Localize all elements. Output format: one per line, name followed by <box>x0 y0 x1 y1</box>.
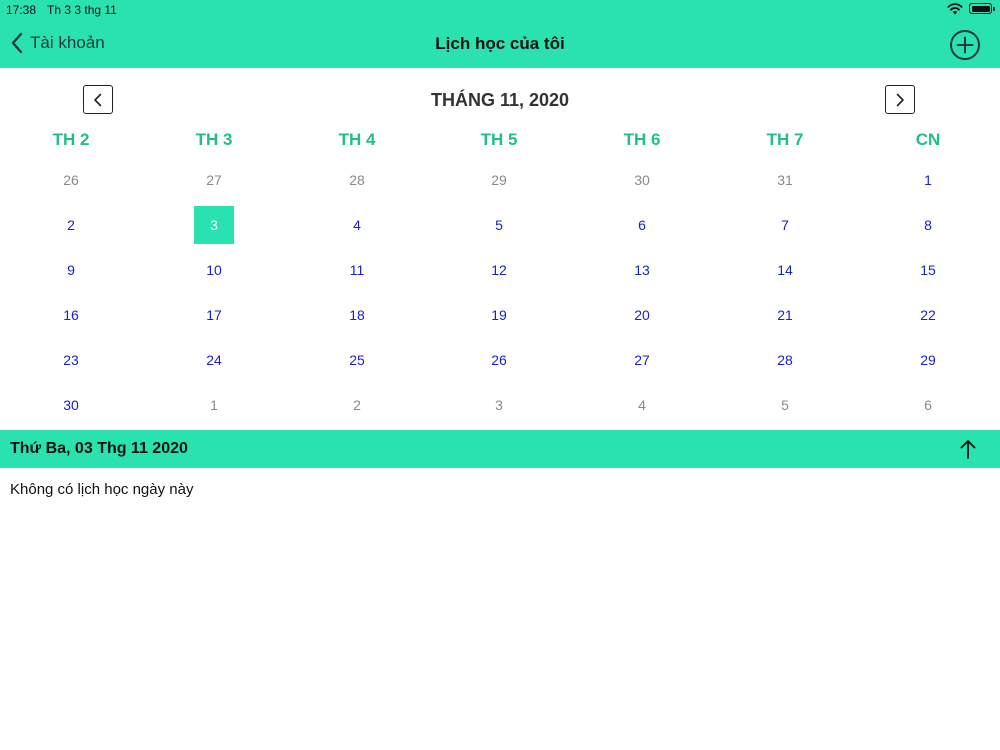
calendar-day[interactable]: 21 <box>765 296 805 334</box>
calendar-day[interactable]: 27 <box>194 161 234 199</box>
status-date: Th 3 3 thg 11 <box>47 3 117 17</box>
next-month-button[interactable] <box>885 85 915 114</box>
selected-date-bar: Thứ Ba, 03 Thg 11 2020 <box>0 430 1000 468</box>
calendar-day[interactable]: 5 <box>479 206 519 244</box>
calendar-day[interactable]: 17 <box>194 296 234 334</box>
calendar-day[interactable]: 14 <box>765 251 805 289</box>
calendar-day[interactable]: 2 <box>337 386 377 424</box>
calendar-day[interactable]: 29 <box>479 161 519 199</box>
calendar-day[interactable]: 22 <box>908 296 948 334</box>
weekday-header: TH 2 TH 3 TH 4 TH 5 TH 6 TH 7 CN <box>0 130 1000 152</box>
weekday-label: TH 4 <box>338 130 376 149</box>
calendar-day[interactable]: 8 <box>908 206 948 244</box>
top-bar: 17:38 Th 3 3 thg 11 Tài khoản Lịch học c… <box>0 0 1000 68</box>
calendar-day[interactable]: 9 <box>51 251 91 289</box>
calendar-day[interactable]: 20 <box>622 296 662 334</box>
calendar-day[interactable]: 5 <box>765 386 805 424</box>
calendar-day[interactable]: 29 <box>908 341 948 379</box>
calendar-day[interactable]: 11 <box>337 251 377 289</box>
calendar-day[interactable]: 28 <box>765 341 805 379</box>
calendar-day[interactable]: 6 <box>622 206 662 244</box>
calendar-day[interactable]: 27 <box>622 341 662 379</box>
calendar-day[interactable]: 1 <box>908 161 948 199</box>
calendar-day[interactable]: 6 <box>908 386 948 424</box>
calendar-day[interactable]: 30 <box>51 386 91 424</box>
calendar-day[interactable]: 24 <box>194 341 234 379</box>
calendar-day[interactable]: 4 <box>622 386 662 424</box>
weekday-label: TH 2 <box>52 130 90 149</box>
calendar-day[interactable]: 30 <box>622 161 662 199</box>
weekday-label: CN <box>915 130 941 149</box>
calendar-day[interactable]: 12 <box>479 251 519 289</box>
calendar-day[interactable]: 19 <box>479 296 519 334</box>
month-title: THÁNG 11, 2020 <box>430 90 570 110</box>
page-title: Lịch học của tôi <box>435 34 565 53</box>
calendar-day[interactable]: 31 <box>765 161 805 199</box>
calendar-day[interactable]: 13 <box>622 251 662 289</box>
calendar-day[interactable]: 25 <box>337 341 377 379</box>
add-circle-icon[interactable] <box>949 29 981 61</box>
calendar-day[interactable]: 18 <box>337 296 377 334</box>
calendar-day[interactable]: 28 <box>337 161 377 199</box>
weekday-label: TH 3 <box>195 130 233 149</box>
status-bar: 17:38 Th 3 3 thg 11 <box>0 0 1000 20</box>
calendar-day[interactable]: 26 <box>51 161 91 199</box>
battery-icon <box>969 3 995 14</box>
calendar-day[interactable]: 3 <box>479 386 519 424</box>
weekday-label: TH 5 <box>480 130 518 149</box>
weekday-label: TH 7 <box>766 130 804 149</box>
calendar-day[interactable]: 10 <box>194 251 234 289</box>
calendar-day[interactable]: 15 <box>908 251 948 289</box>
selected-date-label: Thứ Ba, 03 Thg 11 2020 <box>10 440 188 457</box>
calendar-day[interactable]: 2 <box>51 206 91 244</box>
arrow-right-icon <box>896 93 904 106</box>
wifi-icon <box>947 3 963 15</box>
calendar-day[interactable]: 16 <box>51 296 91 334</box>
calendar-day[interactable]: 4 <box>337 206 377 244</box>
calendar-header: THÁNG 11, 2020 <box>0 68 1000 130</box>
status-time: 17:38 <box>6 3 37 17</box>
calendar-day[interactable]: 23 <box>51 341 91 379</box>
empty-schedule-message: Không có lịch học ngày này <box>10 481 194 498</box>
calendar-day[interactable]: 7 <box>765 206 805 244</box>
arrow-up-icon[interactable] <box>958 438 978 460</box>
status-icons <box>947 2 995 15</box>
calendar-day[interactable]: 26 <box>479 341 519 379</box>
calendar-day[interactable]: 1 <box>194 386 234 424</box>
nav-bar: Tài khoản Lịch học của tôi <box>0 20 1000 68</box>
weekday-label: TH 6 <box>623 130 661 149</box>
calendar-day-selected[interactable]: 3 <box>194 206 234 244</box>
